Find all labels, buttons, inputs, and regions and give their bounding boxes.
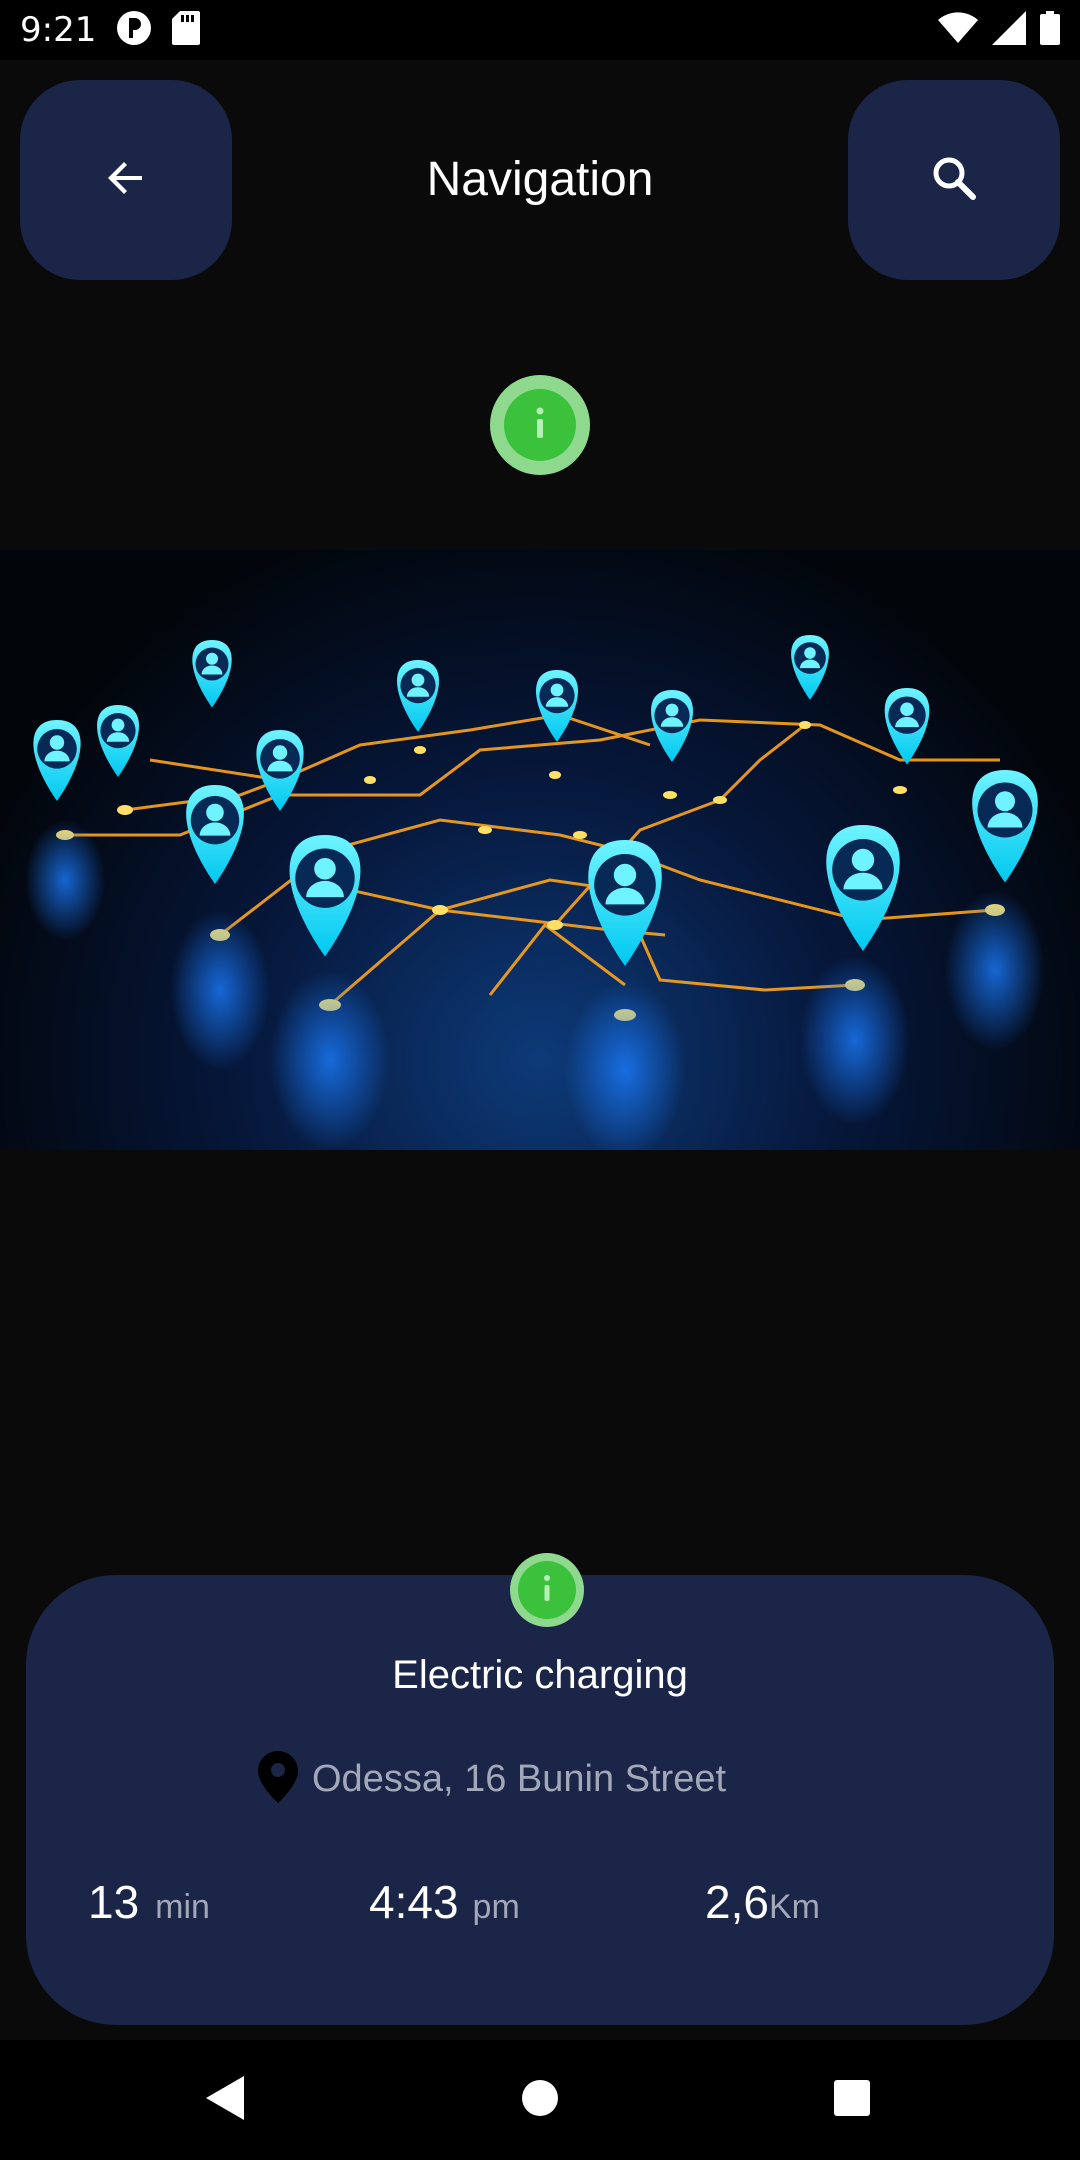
sd-card-icon (172, 10, 201, 50)
stat-distance: 2,6 Km (705, 1875, 820, 1929)
info-button-top[interactable] (490, 375, 590, 475)
status-bar: 9:21 (0, 0, 1080, 60)
info-button-card[interactable] (510, 1553, 584, 1627)
nav-back-button[interactable] (196, 2070, 256, 2130)
search-button[interactable] (848, 80, 1060, 280)
top-app-bar: Navigation (0, 60, 1080, 300)
stat-arrival-unit: pm (472, 1888, 520, 1926)
location-network-illustration (25, 635, 1045, 1150)
stat-duration: 13 min (88, 1875, 210, 1929)
info-icon (533, 406, 547, 445)
nav-recents-button[interactable] (822, 2070, 882, 2130)
cell-signal-icon (992, 10, 1026, 50)
stat-distance-value: 2,6 (705, 1876, 769, 1928)
system-navigation-bar (0, 2040, 1080, 2160)
destination-address: Odessa, 16 Bunin Street (258, 1751, 726, 1808)
circle-home-icon (520, 2078, 560, 2123)
destination-card: Electric charging Odessa, 16 Bunin Stree… (26, 1575, 1054, 2025)
battery-icon (1040, 10, 1060, 50)
square-recents-icon (832, 2078, 872, 2123)
destination-title: Electric charging (392, 1653, 688, 1697)
status-time: 9:21 (20, 10, 97, 50)
stat-arrival: 4:43 pm (369, 1875, 520, 1929)
info-icon (541, 1574, 553, 1607)
wifi-icon (938, 11, 978, 49)
location-pin-icon (258, 1751, 298, 1808)
triangle-back-icon (204, 2074, 248, 2127)
address-text: Odessa, 16 Bunin Street (312, 1758, 727, 1800)
nav-home-button[interactable] (510, 2070, 570, 2130)
stat-duration-value: 13 (88, 1876, 140, 1928)
app-notification-icon (116, 10, 152, 51)
search-icon (929, 153, 979, 208)
stat-distance-unit: Km (768, 1888, 820, 1926)
stat-duration-unit: min (155, 1888, 210, 1926)
stat-arrival-value: 4:43 (369, 1876, 459, 1928)
hero-image (0, 550, 1080, 1150)
